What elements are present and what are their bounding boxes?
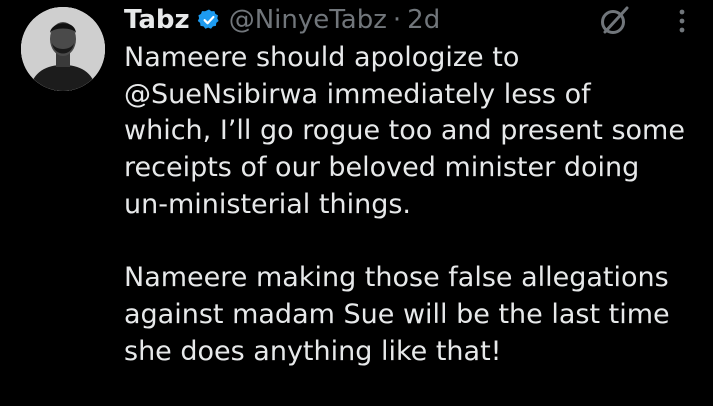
tweet-line: which, I’ll go rogue too and present som…: [124, 115, 685, 147]
tweet-header: Tabz @NinyeTabz · 2d: [124, 2, 440, 38]
verified-badge-icon: [197, 8, 221, 32]
more-options-button[interactable]: [667, 5, 697, 37]
tweet-line: she does anything like that!: [124, 335, 502, 367]
separator-dot: ·: [392, 5, 402, 35]
more-options-icon: [679, 9, 685, 33]
tweet-line: Nameere making those false allegations: [124, 262, 669, 294]
tweet[interactable]: Tabz @NinyeTabz · 2d Nameere should apol…: [0, 0, 713, 406]
tweet-line: receipts of our beloved minister doing: [124, 152, 640, 184]
user-handle[interactable]: @NinyeTabz: [229, 5, 387, 35]
grok-icon: [601, 6, 629, 34]
tweet-line: Nameere should apologize to: [124, 42, 520, 73]
tweet-line: un-ministerial things.: [124, 188, 411, 220]
display-name[interactable]: Tabz: [124, 5, 190, 35]
grok-button[interactable]: [596, 3, 632, 39]
timestamp[interactable]: 2d: [407, 5, 440, 35]
tweet-line: @SueNsibirwa immediately less of: [124, 78, 591, 110]
avatar-image: [21, 7, 105, 91]
avatar[interactable]: [21, 7, 105, 91]
tweet-text: Nameere should apologize to @SueNsibirwa…: [124, 40, 704, 370]
tweet-line: against madam Sue will be the last time: [124, 298, 670, 330]
